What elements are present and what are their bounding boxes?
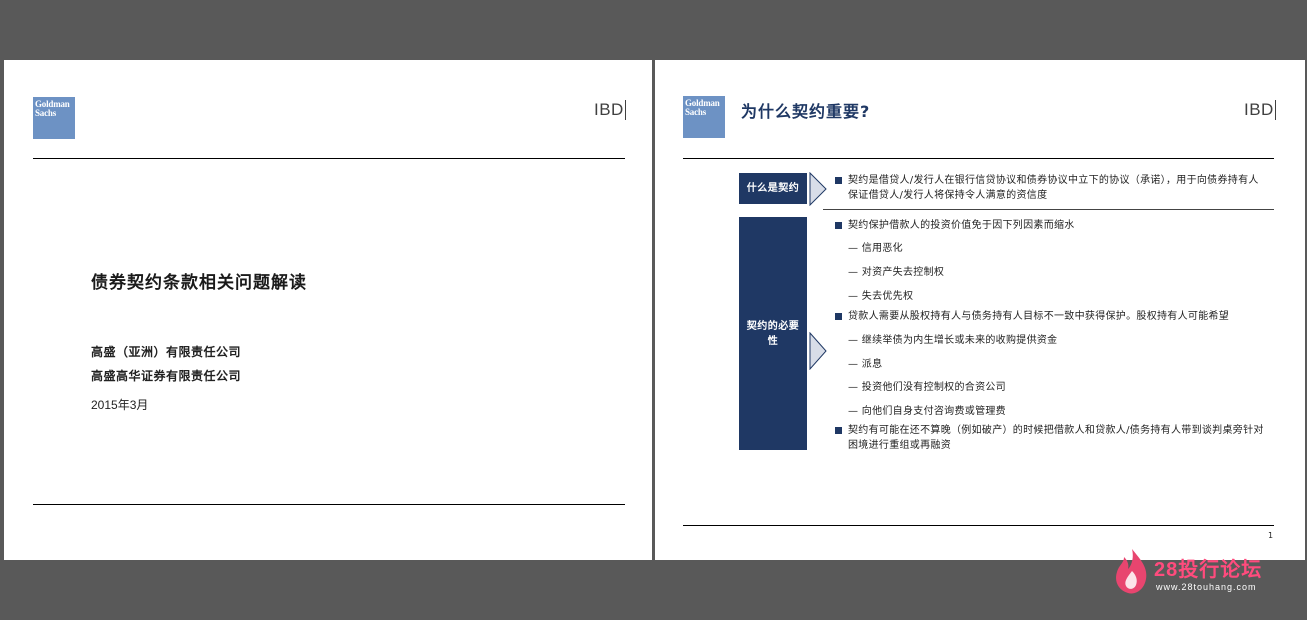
slide-2: Goldman Sachs 为什么契约重要? IBD 什么是契约 契约是借贷人/… — [655, 60, 1305, 560]
necessity-subitem: — 向他们自身支付咨询费或管理费 — [848, 406, 1006, 417]
forum-watermark: 28投行论坛 www.28touhang.com — [1112, 545, 1292, 600]
company-line-1: 高盛（亚洲）有限责任公司 — [91, 345, 242, 359]
section-label-necessity: 契约的必要性 — [739, 217, 807, 450]
arrow-right-icon — [809, 172, 827, 206]
header-rule — [683, 158, 1274, 159]
slide-1-title: 债券契约条款相关问题解读 — [91, 273, 307, 293]
necessity-subitem: — 继续举债为内生增长或未来的收购提供资金 — [848, 335, 1058, 346]
necessity-item: 贷款人需要从股权持有人与债务持有人目标不一致中获得保护。股权持有人可能希望 — [848, 311, 1230, 322]
slide-1-date: 2015年3月 — [91, 398, 149, 412]
footer-rule — [683, 525, 1274, 526]
slide-1: Goldman Sachs IBD 债券契约条款相关问题解读 高盛（亚洲）有限责… — [4, 60, 652, 560]
necessity-item: 契约有可能在还不算晚（例如破产）的时候把借款人和贷款人/债务持有人带到谈判桌旁针… — [848, 425, 1264, 451]
header-rule — [33, 158, 625, 159]
company-line-2: 高盛高华证券有限责任公司 — [91, 369, 242, 383]
ibd-label: IBD — [1244, 100, 1274, 119]
ibd-divider — [1275, 100, 1276, 120]
necessity-subitem: — 对资产失去控制权 — [848, 267, 945, 278]
goldman-sachs-logo: Goldman Sachs — [33, 97, 75, 139]
watermark-url: www.28touhang.com — [1156, 582, 1257, 592]
page-number: 1 — [1268, 531, 1274, 540]
arrow-right-icon — [809, 332, 827, 370]
ibd-divider — [625, 100, 626, 120]
section-divider — [823, 209, 1274, 210]
section-label-what-is-covenant: 什么是契约 — [739, 173, 807, 204]
goldman-sachs-logo: Goldman Sachs — [683, 96, 725, 138]
necessity-subitem: — 投资他们没有控制权的合资公司 — [848, 382, 1006, 393]
necessity-item: 契约保护借款人的投资价值免于因下列因素而缩水 — [848, 220, 1075, 231]
slide-2-title: 为什么契约重要? — [741, 102, 871, 121]
footer-rule — [33, 504, 625, 505]
necessity-subitem: — 派息 — [848, 359, 883, 370]
bullet-square — [835, 222, 842, 229]
logo-text: Goldman Sachs — [35, 99, 70, 118]
necessity-subitem: — 失去优先权 — [848, 291, 914, 302]
ibd-label: IBD — [594, 100, 624, 119]
watermark-brand: 28投行论坛 — [1154, 559, 1263, 581]
flame-logo-icon — [1116, 549, 1147, 594]
necessity-subitem: — 信用恶化 — [848, 243, 903, 254]
bullet-square — [835, 313, 842, 320]
logo-text: Goldman Sachs — [685, 98, 720, 117]
bullet-square — [835, 177, 842, 184]
definition-text: 契约是借贷人/发行人在银行信贷协议和债券协议中立下的协议（承诺），用于向债券持有… — [848, 175, 1259, 201]
bullet-square — [835, 427, 842, 434]
